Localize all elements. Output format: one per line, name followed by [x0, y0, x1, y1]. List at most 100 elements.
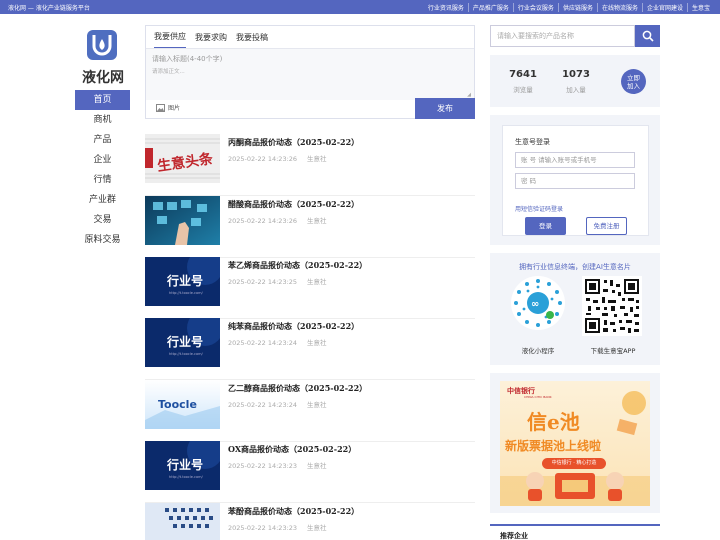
news-title[interactable]: 苯酚商品报价动态（2025-02-22） [228, 506, 359, 517]
nav-item-market[interactable]: 行情 [75, 170, 130, 190]
top-link-news[interactable]: 行业资讯服务 [424, 3, 468, 12]
news-item[interactable]: 行业号 http://t.toocle.com/ OX商品报价动态（2025-0… [145, 441, 475, 503]
thumb-hangye: 行业号 [166, 334, 203, 349]
nav-item-opportunities[interactable]: 商机 [75, 110, 130, 130]
product-search: 请输入要搜索的产品名称 [490, 25, 660, 47]
password-field[interactable]: 密 码 [515, 173, 635, 189]
news-meta: 2025-02-22 14:23:24 生意社 [228, 337, 337, 347]
news-meta: 2025-02-22 14:23:23 生意社 [228, 522, 337, 532]
search-button[interactable] [635, 25, 660, 47]
top-link-website[interactable]: 企业官网建设 [641, 3, 687, 12]
news-thumbnail[interactable]: 行业号 http://t.toocle.com/ [145, 441, 220, 490]
ad-subline: 新版票据池上线啦 [505, 439, 602, 453]
thumb-hangye: 行业号 [166, 273, 203, 288]
news-meta: 2025-02-22 14:23:25 生意社 [228, 276, 337, 286]
app-panel: 拥有行业信息终端，创建AI生意名片 ∞ 液化小程序 下载生意宝APP [490, 253, 660, 365]
news-title[interactable]: OX商品报价动态（2025-02-22） [228, 444, 356, 455]
news-item[interactable]: 行业号 http://t.toocle.com/ 纯苯商品报价动态（2025-0… [145, 318, 475, 380]
news-source: 生意社 [307, 524, 327, 532]
tab-purchase[interactable]: 我要求购 [195, 27, 227, 48]
stats-panel: 7641 浏览量 1073 加入量 立即 加入 [490, 55, 660, 107]
top-link-promotion[interactable]: 产品推广服务 [467, 3, 513, 12]
thumb-toocle: Toocle [158, 398, 197, 411]
join-now-button[interactable]: 立即 加入 [621, 69, 646, 94]
news-time: 2025-02-22 14:23:23 [228, 462, 298, 470]
news-thumbnail[interactable]: 生意头条 [145, 134, 220, 183]
news-item[interactable]: 苯酚商品报价动态（2025-02-22） 2025-02-22 14:23:23… [145, 503, 475, 540]
citic-bank-ad[interactable]: 中信银行 CHINA CITIC BANK 信e池 新版票据池上线啦 中信银行 … [500, 381, 650, 506]
svg-text:∞: ∞ [531, 299, 539, 310]
news-source: 生意社 [307, 462, 327, 470]
news-item[interactable]: 行业号 http://t.toocle.com/ 苯乙烯商品报价动态（2025-… [145, 257, 475, 319]
news-title[interactable]: 纯苯商品报价动态（2025-02-22） [228, 321, 359, 332]
ad-panel: 中信银行 CHINA CITIC BANK 信e池 新版票据池上线啦 中信银行 … [490, 373, 660, 513]
app-panel-heading[interactable]: 拥有行业信息终端，创建AI生意名片 [490, 262, 660, 272]
thumb-url: http://t.toocle.com/ [169, 352, 203, 356]
news-time: 2025-02-22 14:23:24 [228, 339, 298, 347]
joined-stat: 1073 加入量 [561, 69, 591, 94]
account-field[interactable]: 账 号 请输入账号或手机号 [515, 152, 635, 168]
thumb-url: http://t.toocle.com/ [169, 475, 203, 479]
mini-program-code: ∞ [510, 275, 566, 331]
top-link-conference[interactable]: 行业会议服务 [512, 3, 558, 12]
register-button[interactable]: 免费注册 [586, 217, 627, 235]
post-box: 我要供应 我要求购 我要投稿 请输入标题(4-40个字) 请添加正文... ◢ … [145, 25, 475, 119]
login-button[interactable]: 登录 [525, 217, 566, 235]
news-meta: 2025-02-22 14:23:23 生意社 [228, 460, 337, 470]
thumb-url: http://t.toocle.com/ [169, 291, 203, 295]
top-bar: 液化网 — 液化产业链服务平台 行业资讯服务 产品推广服务 行业会议服务 供应链… [0, 0, 720, 14]
tab-submit[interactable]: 我要投稿 [236, 27, 268, 48]
site-logo[interactable] [87, 30, 117, 60]
publish-button[interactable]: 发布 [415, 98, 475, 119]
tab-supply[interactable]: 我要供应 [154, 26, 186, 49]
news-thumbnail[interactable] [145, 196, 220, 245]
news-item[interactable]: Toocle 乙二醇商品报价动态（2025-02-22） 2025-02-22 … [145, 380, 475, 442]
news-title[interactable]: 醋酸商品报价动态（2025-02-22） [228, 199, 359, 210]
top-links: 行业资讯服务 产品推广服务 行业会议服务 供应链服务 在线物流服务 企业官网建设… [424, 3, 714, 12]
news-time: 2025-02-22 14:23:24 [228, 401, 298, 409]
nav-item-raw-trade[interactable]: 原料交易 [75, 230, 130, 250]
news-source: 生意社 [307, 278, 327, 286]
news-title[interactable]: 丙酮商品报价动态（2025-02-22） [228, 137, 359, 148]
app-download-label: 下载生意宝APP [590, 347, 636, 355]
nav-item-companies[interactable]: 企业 [75, 150, 130, 170]
news-title[interactable]: 苯乙烯商品报价动态（2025-02-22） [228, 260, 367, 271]
news-item[interactable]: 醋酸商品报价动态（2025-02-22） 2025-02-22 14:23:26… [145, 196, 475, 258]
site-title[interactable]: 液化网 — 液化产业链服务平台 [8, 3, 90, 12]
news-source: 生意社 [307, 155, 327, 163]
news-title[interactable]: 乙二醇商品报价动态（2025-02-22） [228, 383, 367, 394]
image-icon [156, 103, 165, 112]
image-upload-button[interactable]: 图片 [156, 103, 180, 112]
news-thumbnail[interactable]: Toocle [145, 380, 220, 429]
ad-bank-en: CHINA CITIC BANK [524, 395, 552, 399]
news-meta: 2025-02-22 14:23:26 生意社 [228, 215, 337, 225]
news-thumbnail[interactable]: 行业号 http://t.toocle.com/ [145, 318, 220, 367]
sms-login-link[interactable]: 用短信验证码登录 [515, 204, 563, 213]
brand-name: 液化网 [82, 70, 124, 86]
nav-item-home[interactable]: 首页 [75, 90, 130, 110]
post-tabs: 我要供应 我要求购 我要投稿 [146, 26, 474, 49]
views-count: 7641 [509, 69, 537, 80]
login-panel: 生意号登录 账 号 请输入账号或手机号 密 码 用短信验证码登录 登录 免费注册 [490, 115, 660, 245]
news-source: 生意社 [307, 401, 327, 409]
joined-label: 加入量 [566, 86, 586, 94]
nav-item-products[interactable]: 产品 [75, 130, 130, 150]
news-meta: 2025-02-22 14:23:24 生意社 [228, 399, 337, 409]
news-time: 2025-02-22 14:23:23 [228, 524, 298, 532]
top-link-supply-chain[interactable]: 供应链服务 [557, 3, 597, 12]
news-meta: 2025-02-22 14:23:26 生意社 [228, 153, 337, 163]
thumb-hangye: 行业号 [166, 457, 203, 472]
news-source: 生意社 [307, 339, 327, 347]
views-stat: 7641 浏览量 [508, 69, 538, 94]
news-thumbnail[interactable]: 行业号 http://t.toocle.com/ [145, 257, 220, 306]
post-textarea[interactable]: 请输入标题(4-40个字) 请添加正文... ◢ [146, 48, 474, 100]
recommended-heading: 推荐企业 [500, 532, 528, 540]
search-input[interactable]: 请输入要搜索的产品名称 [490, 25, 635, 47]
news-time: 2025-02-22 14:23:25 [228, 278, 298, 286]
top-link-shengyibao[interactable]: 生意宝 [686, 3, 714, 12]
news-thumbnail[interactable] [145, 503, 220, 540]
nav-item-trade[interactable]: 交易 [75, 210, 130, 230]
top-link-logistics[interactable]: 在线物流服务 [596, 3, 642, 12]
nav-item-industry-group[interactable]: 产业群 [75, 190, 130, 210]
news-item[interactable]: 生意头条 丙酮商品报价动态（2025-02-22） 2025-02-22 14:… [145, 134, 475, 196]
